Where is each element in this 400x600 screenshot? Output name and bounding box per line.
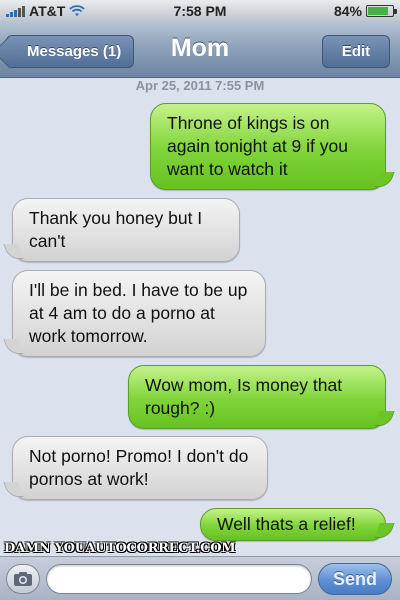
- sent-message-bubble[interactable]: Wow mom, Is money that rough? :): [128, 365, 386, 429]
- status-left: AT&T: [6, 3, 85, 19]
- signal-bars-icon: [6, 5, 25, 17]
- received-message-bubble[interactable]: Thank you honey but I can't: [12, 198, 240, 262]
- battery-fill: [368, 7, 389, 15]
- camera-button[interactable]: [6, 564, 40, 594]
- message-input[interactable]: [46, 564, 312, 594]
- wifi-icon: [69, 5, 85, 16]
- status-right: 84%: [333, 3, 397, 19]
- send-button[interactable]: Send: [318, 563, 392, 595]
- camera-icon: [14, 572, 32, 586]
- received-message-bubble[interactable]: I'll be in bed. I have to be up at 4 am …: [12, 270, 266, 357]
- input-bar: Send: [0, 556, 400, 600]
- sent-message-bubble[interactable]: Throne of kings is on again tonight at 9…: [150, 103, 386, 190]
- received-message-bubble[interactable]: Not porno! Promo! I don't do pornos at w…: [12, 436, 268, 500]
- conversation-view[interactable]: Apr 25, 2011 7:55 PM Throne of kings is …: [0, 78, 400, 541]
- battery-icon: [366, 5, 397, 17]
- sent-message-bubble[interactable]: Well thats a relief!: [200, 508, 386, 541]
- carrier-label: AT&T: [29, 3, 66, 19]
- nav-bar: Messages (1) Mom Edit: [0, 22, 400, 78]
- edit-button[interactable]: Edit: [322, 35, 390, 68]
- status-bar: AT&T 7:58 PM 84%: [0, 0, 400, 22]
- message-timestamp: Apr 25, 2011 7:55 PM: [135, 78, 265, 93]
- battery-percent: 84%: [333, 3, 362, 19]
- watermark: DAMN YOUAUTOCORRECT.COM: [4, 541, 236, 556]
